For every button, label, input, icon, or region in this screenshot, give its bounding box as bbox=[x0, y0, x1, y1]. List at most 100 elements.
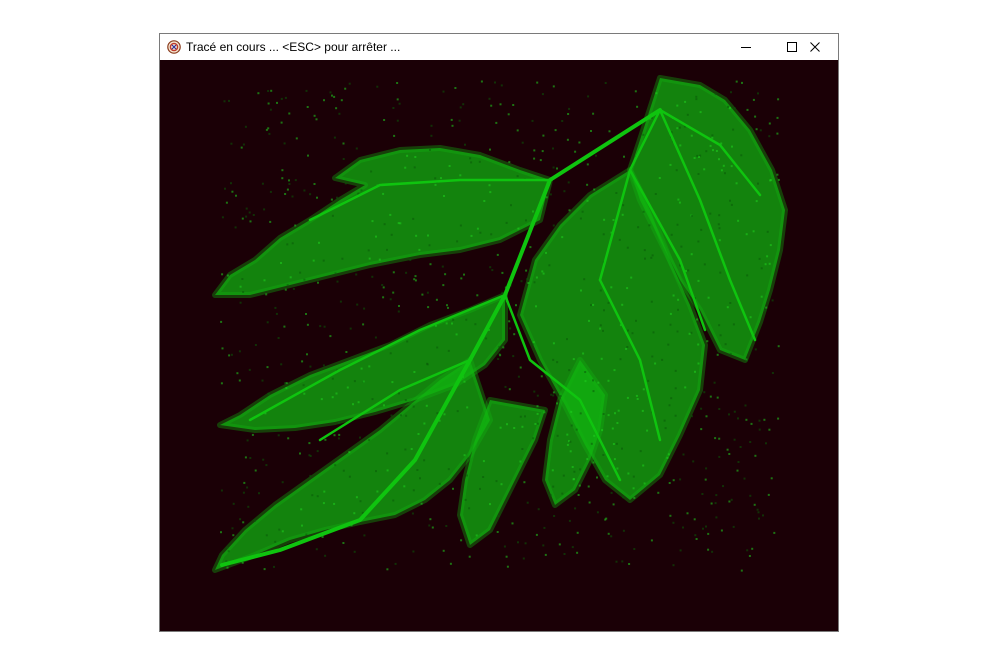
leaf-speck bbox=[281, 177, 284, 180]
leaf-speck bbox=[568, 369, 571, 372]
leaf-speck bbox=[419, 477, 421, 480]
leaf-speck bbox=[442, 284, 445, 287]
leaf-speck bbox=[697, 279, 700, 282]
leaf-speck bbox=[633, 548, 636, 550]
leaf-speck bbox=[704, 478, 707, 481]
leaf-speck bbox=[600, 357, 603, 360]
leaf-speck bbox=[571, 466, 574, 468]
leaf-speck bbox=[221, 216, 224, 219]
leaf-speck bbox=[406, 340, 409, 343]
app-icon[interactable] bbox=[167, 40, 181, 54]
leaf-speck bbox=[697, 173, 700, 175]
leaf-speck bbox=[651, 254, 654, 257]
close-button[interactable] bbox=[792, 34, 838, 60]
leaf-speck bbox=[712, 149, 714, 152]
leaf-speck bbox=[657, 491, 660, 494]
leaf-speck bbox=[695, 98, 698, 101]
leaf-speck bbox=[430, 124, 433, 127]
leaf-speck bbox=[357, 401, 360, 404]
leaf-speck bbox=[318, 241, 320, 244]
leaf-speck bbox=[228, 99, 230, 102]
leaf-speck bbox=[740, 569, 743, 572]
leaf-speck bbox=[567, 181, 570, 184]
leaf-speck bbox=[411, 512, 414, 515]
leaf-speck bbox=[710, 502, 713, 505]
leaf-speck bbox=[535, 305, 537, 308]
leaf-speck bbox=[444, 273, 447, 276]
leaf-speck bbox=[519, 415, 522, 418]
leaf-speck bbox=[663, 419, 666, 422]
leaf-speck bbox=[732, 128, 735, 131]
leaf-speck bbox=[579, 468, 582, 471]
leaf-speck bbox=[768, 262, 771, 265]
leaf-speck bbox=[224, 187, 226, 190]
leaf-speck bbox=[274, 540, 277, 543]
leaf-speck bbox=[714, 502, 717, 505]
leaf-speck bbox=[399, 222, 402, 225]
leaf-speck bbox=[232, 534, 235, 537]
leaf-speck bbox=[612, 219, 615, 221]
leaf-speck bbox=[541, 93, 544, 96]
leaf-speck bbox=[740, 154, 743, 157]
leaf-speck bbox=[295, 137, 298, 140]
leaf-speck bbox=[758, 517, 760, 520]
leaf-speck bbox=[509, 327, 512, 330]
fractal-leaf-image bbox=[212, 75, 788, 573]
leaf-speck bbox=[438, 482, 441, 485]
leaf-speck bbox=[642, 388, 645, 391]
leaf-speck bbox=[510, 204, 512, 207]
leaf-speck bbox=[531, 343, 534, 346]
leaf-speck bbox=[322, 502, 325, 505]
leaf-speck bbox=[278, 528, 281, 531]
leaf-speck bbox=[695, 95, 698, 98]
leaf-speck bbox=[306, 323, 309, 326]
leaf-speck bbox=[556, 434, 559, 437]
leaf-speck bbox=[342, 469, 345, 472]
leaf-speck bbox=[324, 438, 327, 441]
leaf-speck bbox=[462, 103, 465, 106]
leaf-speck bbox=[333, 502, 336, 505]
leaf-speck bbox=[758, 428, 761, 431]
leaf-speck bbox=[667, 453, 670, 456]
leaf-speck bbox=[667, 343, 670, 346]
leaf-speck bbox=[353, 380, 356, 383]
leaf-speck bbox=[356, 303, 359, 306]
leaf-speck bbox=[666, 456, 669, 459]
leaf-speck bbox=[286, 284, 289, 287]
leaf-speck bbox=[579, 217, 582, 220]
leaf-speck bbox=[542, 272, 545, 275]
leaf-speck bbox=[587, 95, 590, 98]
leaf-speck bbox=[728, 500, 731, 503]
leaf-speck bbox=[595, 154, 597, 157]
leaf-speck bbox=[590, 304, 592, 307]
leaf-speck bbox=[593, 434, 596, 437]
leaf-speck bbox=[248, 368, 251, 371]
leaf-speck bbox=[261, 379, 264, 382]
leaf-speck bbox=[722, 485, 724, 488]
leaf-speck bbox=[599, 324, 602, 327]
leaf-speck bbox=[469, 157, 472, 160]
leaf-speck bbox=[735, 182, 738, 185]
leaf-speck bbox=[709, 212, 712, 215]
leaf-speck bbox=[483, 200, 486, 202]
leaf-speck bbox=[540, 375, 543, 378]
leaf-speck bbox=[525, 269, 528, 272]
leaf-speck bbox=[428, 524, 431, 527]
leaf-speck bbox=[288, 112, 291, 115]
leaf-speck bbox=[621, 560, 624, 563]
leaf-speck bbox=[700, 228, 703, 231]
leaf-speck bbox=[517, 375, 520, 378]
leaf-speck bbox=[269, 190, 272, 193]
leaf-speck bbox=[242, 491, 245, 494]
title-bar[interactable]: Tracé en cours ... <ESC> pour arrêter ..… bbox=[160, 34, 838, 60]
leaf-speck bbox=[622, 496, 625, 499]
leaf-speck bbox=[447, 306, 449, 309]
leaf-speck bbox=[284, 288, 287, 291]
leaf-speck bbox=[573, 478, 575, 481]
leaf-speck bbox=[303, 189, 306, 192]
leaf-speck bbox=[627, 472, 630, 475]
leaf-speck bbox=[651, 355, 654, 358]
leaf-speck bbox=[562, 474, 565, 477]
minimize-button[interactable] bbox=[723, 34, 769, 60]
leaf-speck bbox=[375, 235, 377, 238]
